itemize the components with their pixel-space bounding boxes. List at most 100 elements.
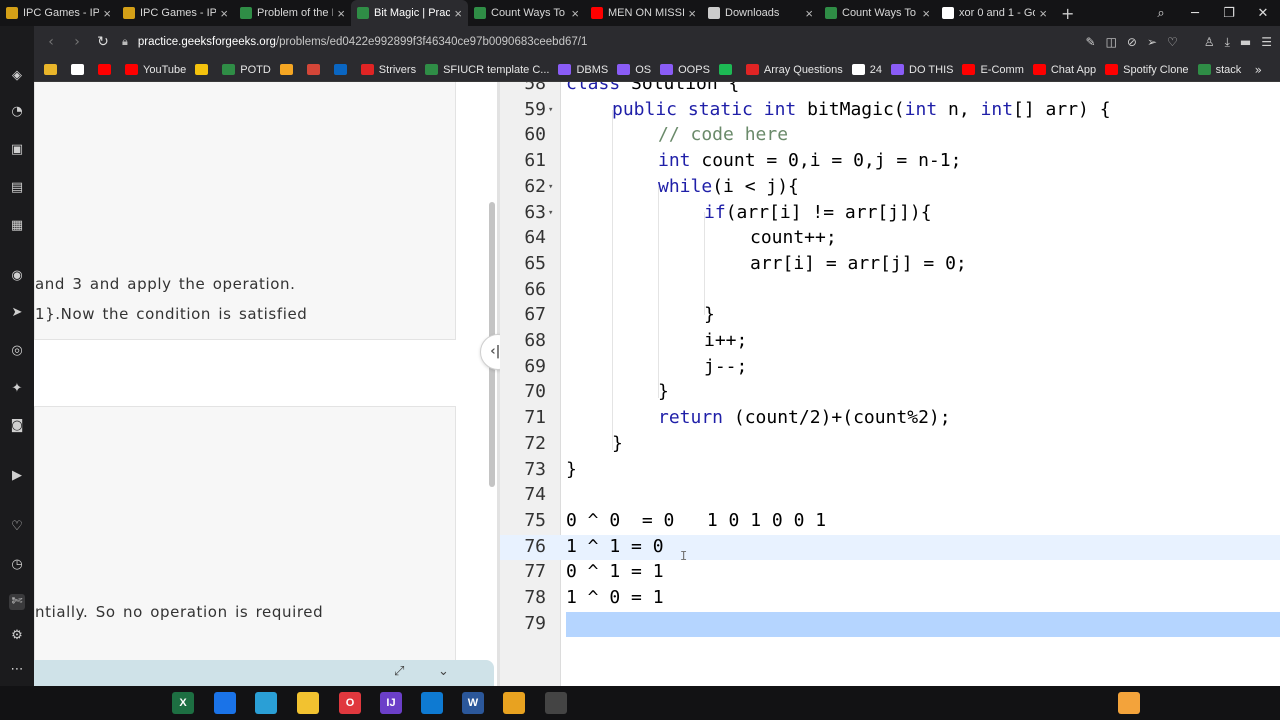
- restore-icon[interactable]: ❐: [1212, 6, 1246, 21]
- console-panel[interactable]: ⤢ ⌄: [34, 660, 494, 686]
- browser-tab[interactable]: Count Ways To B ×: [468, 0, 585, 26]
- code-line[interactable]: 61 int count = 0,i = 0,j = n-1;: [500, 148, 1280, 174]
- opera-icon[interactable]: O: [339, 692, 361, 714]
- fold-icon[interactable]: ▾: [548, 175, 553, 201]
- extension-icon[interactable]: ▦: [9, 218, 25, 234]
- close-tab-icon[interactable]: ×: [922, 6, 930, 21]
- code-line[interactable]: 58 class Solution {: [500, 82, 1280, 97]
- bookmark-item[interactable]: [718, 64, 737, 75]
- bookmark-item[interactable]: [279, 64, 298, 75]
- windows-start-icon[interactable]: [10, 692, 32, 714]
- close-tab-icon[interactable]: ×: [571, 6, 579, 21]
- code-editor[interactable]: 58 class Solution {59 ▾ public static int b…: [500, 82, 1280, 686]
- whatsapp-icon[interactable]: ◉: [9, 268, 25, 284]
- bookmark-item[interactable]: Spotify Clone: [1105, 64, 1189, 76]
- search-icon[interactable]: [50, 692, 72, 714]
- fold-icon[interactable]: ▾: [548, 201, 553, 227]
- code-line[interactable]: 66: [500, 277, 1280, 303]
- code-line[interactable]: 72}: [500, 431, 1280, 457]
- fold-icon[interactable]: ▾: [548, 98, 553, 124]
- close-window-icon[interactable]: ✕: [1246, 6, 1280, 21]
- bookmark-item[interactable]: 24: [851, 64, 882, 76]
- code-line[interactable]: 73}: [500, 457, 1280, 483]
- downloads-icon[interactable]: ⤓: [1225, 35, 1230, 50]
- bookmark-item[interactable]: YouTube: [125, 64, 186, 76]
- browser-tab[interactable]: Problem of the D ×: [234, 0, 351, 26]
- code-line[interactable]: 65 arr[i] = arr[j] = 0;: [500, 251, 1280, 277]
- mail-icon[interactable]: [214, 692, 236, 714]
- code-line[interactable]: 68 i++;: [500, 328, 1280, 354]
- bookmark-item[interactable]: stack: [1197, 64, 1241, 76]
- bookmark-item[interactable]: DBMS: [558, 64, 608, 76]
- twitch-icon[interactable]: ▤: [9, 180, 25, 196]
- close-tab-icon[interactable]: ×: [688, 6, 696, 21]
- discord-icon[interactable]: ◙: [9, 418, 25, 434]
- code-line[interactable]: 59 ▾ public static int bitMagic(int n, int…: [500, 97, 1280, 123]
- code-line[interactable]: 76 1 ^ 1 = 0: [500, 534, 1280, 560]
- reload-icon[interactable]: ↻: [90, 34, 116, 50]
- player-icon[interactable]: ▶: [9, 468, 25, 484]
- browser-tab[interactable]: MEN ON MISSIO×: [585, 0, 702, 26]
- twitter-icon[interactable]: ✦: [9, 381, 25, 397]
- close-tab-icon[interactable]: ×: [220, 6, 228, 21]
- close-tab-icon[interactable]: ×: [337, 6, 345, 21]
- telegram-icon[interactable]: ➤: [9, 305, 25, 321]
- bookmark-item[interactable]: Chat App: [1032, 64, 1096, 76]
- code-line[interactable]: 60 // code here: [500, 122, 1280, 148]
- close-tab-icon[interactable]: ×: [454, 6, 462, 21]
- browser-tab[interactable]: IPC Games - IPC×: [0, 0, 117, 26]
- expand-icon[interactable]: ⤢: [394, 664, 404, 679]
- bookmark-item[interactable]: [306, 64, 325, 75]
- code-line[interactable]: 69 j--;: [500, 354, 1280, 380]
- chrome-icon[interactable]: [545, 692, 567, 714]
- code-line[interactable]: 74: [500, 482, 1280, 508]
- bookmark-item[interactable]: Strivers: [360, 64, 416, 76]
- bookmark-item[interactable]: SFIUCR template C...: [425, 64, 549, 76]
- camera-icon[interactable]: ◫: [1106, 35, 1117, 49]
- search-tabs-icon[interactable]: ⌕: [1144, 6, 1178, 21]
- code-line[interactable]: 78 1 ^ 0 = 1: [500, 585, 1280, 611]
- new-tab-button[interactable]: +: [1053, 4, 1082, 23]
- bookmarks-more-icon[interactable]: »: [1255, 63, 1262, 77]
- settings-icon[interactable]: ⚙: [9, 628, 25, 644]
- code-line[interactable]: 71 return (count/2)+(count%2);: [500, 405, 1280, 431]
- weather-icon[interactable]: [1118, 692, 1140, 714]
- account-icon[interactable]: ♙: [1204, 35, 1215, 49]
- code-line[interactable]: 79: [500, 611, 1280, 637]
- bookmark-item[interactable]: OOPS: [660, 64, 710, 76]
- url-field[interactable]: practice.geeksforgeeks.org/problems/ed04…: [138, 36, 588, 48]
- bag-icon[interactable]: ▣: [9, 142, 25, 158]
- excel-icon[interactable]: X: [172, 692, 194, 714]
- browser-tab[interactable]: IPC Games - IPC×: [117, 0, 234, 26]
- code-line[interactable]: 77 0 ^ 1 = 1: [500, 559, 1280, 585]
- speed-dial-icon[interactable]: ◔: [9, 104, 25, 120]
- sublime-icon[interactable]: [503, 692, 525, 714]
- lock-icon[interactable]: 🔒︎: [122, 35, 128, 49]
- bookmark-item[interactable]: OS: [617, 64, 651, 76]
- history-icon[interactable]: ◷: [9, 557, 25, 573]
- close-tab-icon[interactable]: ×: [805, 6, 813, 21]
- more-icon[interactable]: ⋯: [9, 662, 25, 678]
- code-line[interactable]: 67}: [500, 302, 1280, 328]
- browser-tab[interactable]: Downloads ×: [702, 0, 819, 26]
- vscode-icon[interactable]: [421, 692, 443, 714]
- code-line[interactable]: 70}: [500, 379, 1280, 405]
- code-line[interactable]: 64 count++;: [500, 225, 1280, 251]
- adblock-icon[interactable]: ⊘: [1127, 35, 1137, 49]
- back-icon[interactable]: ‹: [38, 34, 64, 50]
- heart-icon[interactable]: ♡: [9, 519, 25, 535]
- bookmark-item[interactable]: [71, 64, 89, 75]
- bookmark-item[interactable]: DO THIS: [891, 64, 953, 76]
- heart-icon[interactable]: ♡: [1167, 35, 1178, 49]
- browser-tab[interactable]: xor 0 and 1 - Go ×: [936, 0, 1053, 26]
- bookmark-item[interactable]: POTD: [222, 64, 271, 76]
- send-icon[interactable]: ➢: [1147, 35, 1157, 49]
- gamepad-icon[interactable]: ◈: [9, 68, 25, 84]
- screenshot-icon[interactable]: ✄: [9, 594, 25, 610]
- file-explorer-icon[interactable]: [297, 692, 319, 714]
- code-line[interactable]: 75 0 ^ 0 = 0 1 0 1 0 0 1: [500, 508, 1280, 534]
- collapse-icon[interactable]: ⌄: [438, 664, 449, 679]
- bookmark-item[interactable]: [44, 64, 62, 75]
- battery-icon[interactable]: ▬: [1240, 35, 1251, 49]
- edit-icon[interactable]: ✎: [1086, 35, 1096, 49]
